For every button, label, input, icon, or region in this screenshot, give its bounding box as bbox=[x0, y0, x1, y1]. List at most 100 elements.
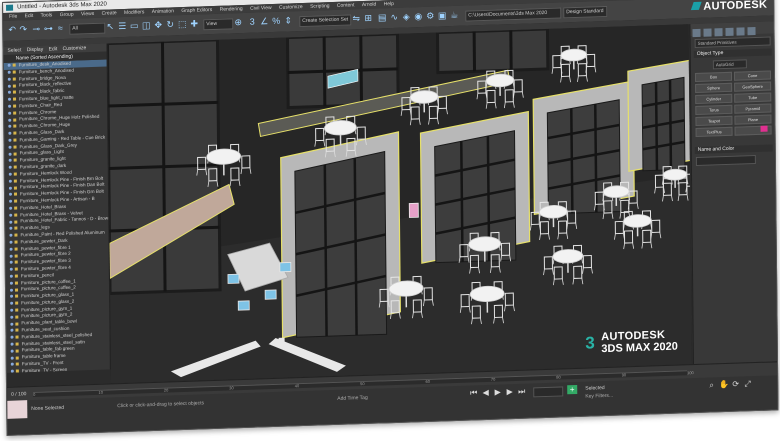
key-filters-button[interactable]: Key Filters... bbox=[585, 393, 613, 400]
visibility-eye-icon[interactable] bbox=[10, 356, 14, 360]
visibility-eye-icon[interactable] bbox=[10, 308, 14, 312]
align-icon[interactable]: ⊞ bbox=[363, 13, 373, 24]
zoom-icon[interactable]: ⌕ bbox=[707, 380, 716, 389]
modify-tab-icon[interactable] bbox=[703, 28, 712, 37]
maximize-viewport-icon[interactable]: ⤢ bbox=[743, 379, 752, 388]
visibility-eye-icon[interactable] bbox=[8, 172, 12, 176]
next-frame-icon[interactable]: ▶ bbox=[505, 387, 514, 396]
maxscript-listener-mini[interactable] bbox=[7, 400, 28, 419]
visibility-eye-icon[interactable] bbox=[8, 186, 12, 190]
mirror-icon[interactable]: ⇋ bbox=[351, 13, 361, 24]
primitive-category-dropdown[interactable]: Standard Primitives bbox=[694, 36, 771, 49]
redo-icon[interactable]: ↷ bbox=[18, 24, 28, 35]
scale-icon[interactable]: ⬚ bbox=[177, 19, 187, 30]
render-production-icon[interactable]: ☕ bbox=[449, 10, 459, 21]
menu-create[interactable]: Create bbox=[102, 10, 117, 16]
play-icon[interactable]: ▶ bbox=[493, 387, 502, 396]
visibility-eye-icon[interactable] bbox=[8, 145, 12, 149]
schematic-view-icon[interactable]: ◈ bbox=[401, 11, 411, 22]
name-and-color-rollout[interactable]: Name and Color bbox=[694, 144, 773, 155]
menu-graph-editors[interactable]: Graph Editors bbox=[181, 7, 212, 14]
tab-select[interactable]: Select bbox=[7, 47, 21, 53]
menu-group[interactable]: Group bbox=[60, 12, 74, 18]
previous-frame-icon[interactable]: ◀ bbox=[481, 388, 490, 397]
create-tab-icon[interactable] bbox=[692, 28, 701, 38]
object-type-button[interactable]: GeoSphere bbox=[734, 81, 772, 92]
visibility-eye-icon[interactable] bbox=[10, 335, 14, 339]
visibility-eye-icon[interactable] bbox=[10, 301, 14, 305]
visibility-eye-icon[interactable] bbox=[9, 199, 13, 203]
object-type-rollout[interactable]: Object Type bbox=[693, 48, 772, 59]
visibility-eye-icon[interactable] bbox=[9, 247, 13, 251]
selection-filter-dropdown[interactable]: All bbox=[69, 22, 106, 35]
visibility-eye-icon[interactable] bbox=[8, 118, 12, 122]
select-object-icon[interactable]: ↖ bbox=[105, 21, 115, 32]
visibility-eye-icon[interactable] bbox=[8, 125, 12, 129]
percent-snap-icon[interactable]: % bbox=[271, 16, 281, 27]
spinner-snap-icon[interactable]: ⇕ bbox=[283, 15, 293, 26]
object-type-button[interactable]: Plane bbox=[734, 114, 772, 125]
tab-customize[interactable]: Customize bbox=[63, 45, 87, 52]
menu-rendering[interactable]: Rendering bbox=[220, 6, 243, 13]
tab-display[interactable]: Display bbox=[27, 47, 43, 54]
object-type-button[interactable]: Pyramid bbox=[734, 103, 772, 114]
visibility-eye-icon[interactable] bbox=[10, 315, 14, 319]
object-type-button[interactable]: Box bbox=[694, 71, 733, 83]
object-type-button[interactable]: Torus bbox=[695, 104, 733, 116]
named-selection-sets-field[interactable]: Create Selection Set bbox=[299, 14, 352, 28]
visibility-eye-icon[interactable] bbox=[10, 295, 14, 299]
menu-scripting[interactable]: Scripting bbox=[310, 3, 330, 10]
tab-edit[interactable]: Edit bbox=[49, 46, 58, 52]
visibility-eye-icon[interactable] bbox=[7, 70, 11, 74]
visibility-eye-icon[interactable] bbox=[9, 281, 13, 285]
visibility-eye-icon[interactable] bbox=[8, 97, 12, 102]
select-by-name-icon[interactable]: ☰ bbox=[117, 21, 127, 32]
undo-icon[interactable]: ↶ bbox=[7, 24, 17, 35]
visibility-eye-icon[interactable] bbox=[7, 84, 11, 88]
link-icon[interactable]: ⊸ bbox=[31, 24, 41, 35]
visibility-eye-icon[interactable] bbox=[8, 138, 12, 142]
visibility-eye-icon[interactable] bbox=[10, 342, 14, 346]
menu-tools[interactable]: Tools bbox=[41, 12, 53, 18]
visibility-eye-icon[interactable] bbox=[8, 179, 12, 183]
motion-tab-icon[interactable] bbox=[725, 27, 734, 37]
visibility-eye-icon[interactable] bbox=[9, 220, 13, 224]
visibility-eye-icon[interactable] bbox=[9, 254, 13, 258]
menu-modifiers[interactable]: Modifiers bbox=[124, 9, 144, 16]
object-name-input[interactable] bbox=[695, 155, 756, 166]
object-type-button[interactable]: Cone bbox=[733, 70, 772, 81]
display-tab-icon[interactable] bbox=[736, 27, 745, 36]
visibility-eye-icon[interactable] bbox=[10, 328, 14, 333]
render-setup-icon[interactable]: ⚙ bbox=[425, 11, 435, 22]
object-type-button[interactable]: Sphere bbox=[695, 82, 733, 94]
add-time-tag-button[interactable]: Add Time Tag bbox=[337, 395, 368, 402]
layer-explorer-icon[interactable]: ▤ bbox=[377, 12, 387, 23]
object-type-button[interactable]: Teapot bbox=[695, 115, 733, 127]
visibility-eye-icon[interactable] bbox=[8, 152, 12, 156]
menu-help[interactable]: Help bbox=[384, 1, 394, 7]
workspace-dropdown[interactable]: Design Standard bbox=[563, 5, 608, 19]
object-type-button[interactable]: Tube bbox=[734, 92, 772, 103]
orbit-icon[interactable]: ⟳ bbox=[731, 380, 740, 389]
menu-animation[interactable]: Animation bbox=[152, 8, 174, 15]
move-icon[interactable]: ✥ bbox=[153, 20, 163, 31]
hierarchy-tab-icon[interactable] bbox=[714, 28, 723, 37]
utilities-tab-icon[interactable] bbox=[747, 27, 756, 36]
visibility-eye-icon[interactable] bbox=[7, 63, 11, 68]
snaps-toggle-icon[interactable]: 3 bbox=[247, 17, 257, 28]
go-to-end-icon[interactable]: ⏭ bbox=[517, 387, 526, 396]
visibility-eye-icon[interactable] bbox=[8, 104, 12, 108]
rotate-icon[interactable]: ↻ bbox=[165, 19, 175, 30]
curve-editor-icon[interactable]: ∿ bbox=[389, 12, 399, 23]
set-key-icon[interactable]: + bbox=[567, 384, 578, 395]
object-type-button[interactable]: TextPlus bbox=[695, 126, 733, 138]
menu-file[interactable]: File bbox=[9, 13, 17, 19]
visibility-eye-icon[interactable] bbox=[9, 261, 13, 265]
visibility-eye-icon[interactable] bbox=[9, 274, 13, 278]
menu-views[interactable]: Views bbox=[81, 11, 94, 17]
menu-content[interactable]: Content bbox=[337, 2, 355, 9]
bind-space-warp-icon[interactable]: ≈ bbox=[55, 23, 65, 34]
unlink-icon[interactable]: ⊶ bbox=[43, 23, 53, 34]
reference-coordinate-dropdown[interactable]: View bbox=[203, 18, 234, 31]
current-frame-field[interactable] bbox=[533, 386, 564, 398]
